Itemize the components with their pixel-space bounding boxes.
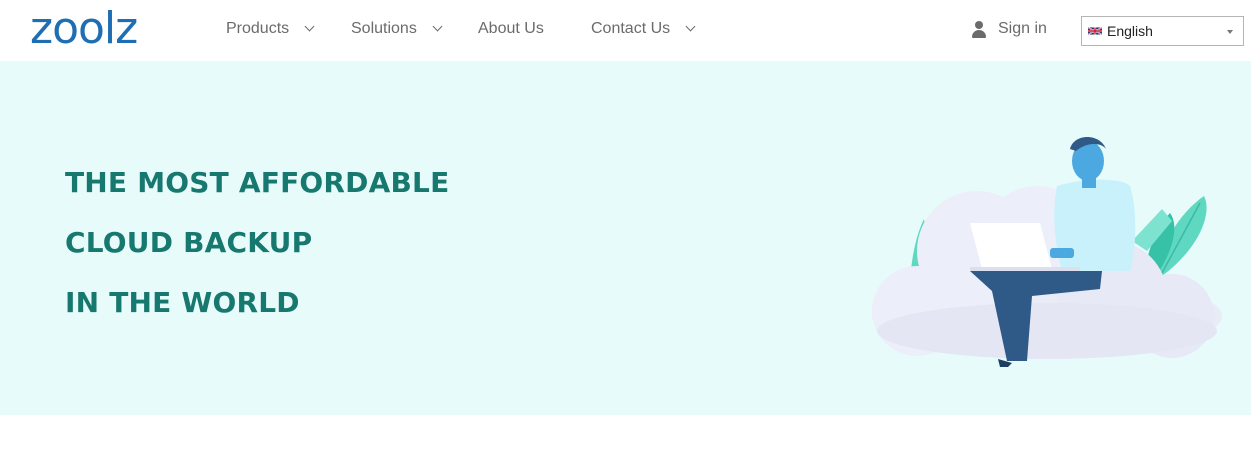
- chevron-down-icon: [685, 21, 696, 32]
- caret-down-icon: [1227, 30, 1233, 34]
- nav-item-label: Solutions: [351, 20, 417, 37]
- hero-illustration: [872, 137, 1222, 367]
- language-select[interactable]: English: [1081, 16, 1244, 46]
- hero-headline-line-2: CLOUD BACKUP: [65, 226, 313, 259]
- nav-item-label: Products: [226, 20, 290, 37]
- language-selected-label: English: [1107, 23, 1153, 39]
- nav-item-about-us[interactable]: About Us: [478, 18, 544, 40]
- hero-headline-line-1: THE MOST AFFORDABLE: [65, 166, 450, 199]
- chevron-down-icon: [432, 21, 443, 32]
- nav-item-products[interactable]: Products: [226, 18, 315, 40]
- uk-flag-icon: [1088, 26, 1102, 36]
- user-icon: [972, 20, 986, 38]
- chevron-down-icon: [304, 21, 315, 32]
- sign-in-label: Sign in: [998, 20, 1047, 37]
- nav-item-solutions[interactable]: Solutions: [351, 18, 443, 40]
- sign-in-link[interactable]: Sign in: [972, 18, 1047, 40]
- zoolz-logo[interactable]: zoolz: [30, 6, 138, 52]
- hero-headline-line-3: IN THE WORLD: [65, 286, 300, 319]
- nav-item-contact-us[interactable]: Contact Us: [591, 18, 696, 40]
- nav-item-label: About Us: [478, 20, 544, 37]
- hero-section: THE MOST AFFORDABLE CLOUD BACKUP IN THE …: [0, 61, 1251, 415]
- site-header: zoolz Products Solutions About Us Contac…: [0, 0, 1251, 61]
- nav-item-label: Contact Us: [591, 20, 671, 37]
